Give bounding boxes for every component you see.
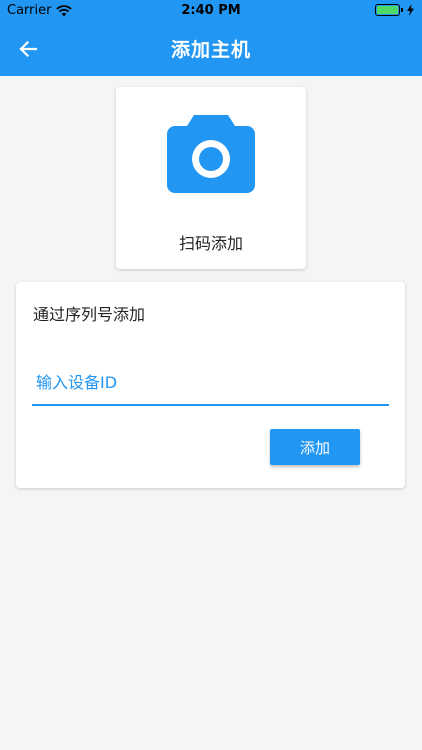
scan-add-label: 扫码添加 <box>178 234 243 253</box>
battery-icon <box>375 4 403 16</box>
add-button[interactable]: 添加 <box>270 429 360 465</box>
charging-bolt-icon <box>407 4 414 16</box>
status-bar: Carrier 2:40 PM <box>0 0 422 22</box>
device-id-input[interactable] <box>32 360 389 406</box>
app-bar: 添加主机 <box>0 22 422 76</box>
scan-add-card[interactable]: 扫码添加 <box>116 87 306 269</box>
status-right <box>375 4 414 16</box>
battery-level <box>377 6 398 14</box>
serial-add-title: 通过序列号添加 <box>33 305 146 324</box>
page-title: 添加主机 <box>170 39 251 61</box>
serial-add-card: 通过序列号添加 添加 <box>16 282 405 488</box>
status-time: 2:40 PM <box>181 3 241 18</box>
camera-icon <box>167 115 255 193</box>
